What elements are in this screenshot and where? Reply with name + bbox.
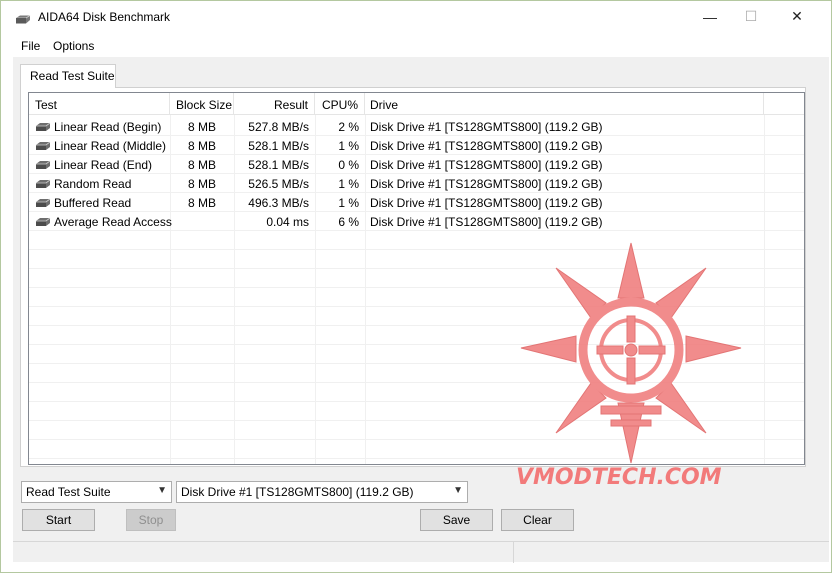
drive-select-value: Disk Drive #1 [TS128GMTS800] (119.2 GB) xyxy=(181,485,414,499)
tab-read-test-suite[interactable]: Read Test Suite xyxy=(20,64,116,88)
cell-cpu: 1 % xyxy=(338,139,359,153)
cell-drive: Disk Drive #1 [TS128GMTS800] (119.2 GB) xyxy=(370,215,603,229)
test-name: Linear Read (End) xyxy=(54,158,153,172)
cell-result: 0.04 ms xyxy=(266,215,309,229)
cell-test: Linear Read (End) xyxy=(35,155,170,174)
cell-drive: Disk Drive #1 [TS128GMTS800] (119.2 GB) xyxy=(370,139,603,153)
cell-test: Average Read Access xyxy=(35,212,172,231)
results-list[interactable]: Test Block Size Result CPU% Drive Linear… xyxy=(28,92,805,465)
test-name: Linear Read (Middle) xyxy=(54,139,167,153)
disk-benchmark-icon xyxy=(16,15,31,24)
column-header-drive[interactable]: Drive xyxy=(365,93,764,115)
table-row[interactable]: Random Read 8 MB 526.5 MB/s 1 % Disk Dri… xyxy=(29,174,804,193)
cell-test: Random Read xyxy=(35,174,170,193)
column-header-empty xyxy=(764,93,804,115)
cell-cpu: 1 % xyxy=(338,177,359,191)
grid-row-line xyxy=(29,268,804,269)
title-bar[interactable]: AIDA64 Disk Benchmark — ☐ ✕ xyxy=(1,1,831,33)
cell-result: 528.1 MB/s xyxy=(248,158,309,172)
grid-row-line xyxy=(29,287,804,288)
table-row[interactable]: Linear Read (Middle) 8 MB 528.1 MB/s 1 %… xyxy=(29,136,804,155)
chevron-down-icon: ▼ xyxy=(453,485,463,496)
cell-block-size: 8 MB xyxy=(187,139,216,153)
grid-row-line xyxy=(29,306,804,307)
table-row[interactable]: Linear Read (Begin) 8 MB 527.8 MB/s 2 % … xyxy=(29,117,804,136)
cell-result: 496.3 MB/s xyxy=(248,196,309,210)
disk-icon xyxy=(36,198,51,207)
disk-icon xyxy=(36,160,51,169)
maximize-button[interactable]: ☐ xyxy=(728,1,774,32)
cell-drive: Disk Drive #1 [TS128GMTS800] (119.2 GB) xyxy=(370,196,603,210)
grid-row-line xyxy=(29,344,804,345)
grid-row-line xyxy=(29,325,804,326)
column-header-result[interactable]: Result xyxy=(234,93,315,115)
grid-row-line xyxy=(29,363,804,364)
table-row[interactable]: Average Read Access 0.04 ms 6 % Disk Dri… xyxy=(29,212,804,231)
close-button[interactable]: ✕ xyxy=(774,1,820,32)
test-suite-select[interactable]: Read Test Suite ▼ xyxy=(21,481,172,503)
column-header-block-size[interactable]: Block Size xyxy=(170,93,234,115)
test-name: Buffered Read xyxy=(54,196,132,210)
table-row[interactable]: Buffered Read 8 MB 496.3 MB/s 1 % Disk D… xyxy=(29,193,804,212)
cell-cpu: 6 % xyxy=(338,215,359,229)
disk-icon xyxy=(36,122,51,131)
window-title: AIDA64 Disk Benchmark xyxy=(38,10,171,24)
status-divider xyxy=(513,542,514,563)
minimize-button[interactable]: — xyxy=(687,1,733,32)
cell-cpu: 0 % xyxy=(338,158,359,172)
tab-panel: Test Block Size Result CPU% Drive Linear… xyxy=(20,87,806,467)
cell-block-size: 8 MB xyxy=(187,196,216,210)
disk-icon xyxy=(36,217,51,226)
chevron-down-icon: ▼ xyxy=(157,485,167,496)
start-button[interactable]: Start xyxy=(22,509,95,531)
grid-row-line xyxy=(29,401,804,402)
cell-test: Buffered Read xyxy=(35,193,170,212)
test-suite-select-value: Read Test Suite xyxy=(26,485,111,499)
grid-row-line xyxy=(29,458,804,459)
cell-result: 527.8 MB/s xyxy=(248,120,309,134)
test-name: Linear Read (Begin) xyxy=(54,120,162,134)
column-header-test[interactable]: Test xyxy=(29,93,170,115)
app-window: AIDA64 Disk Benchmark — ☐ ✕ File Options… xyxy=(0,0,832,573)
cell-result: 528.1 MB/s xyxy=(248,139,309,153)
drive-select[interactable]: Disk Drive #1 [TS128GMTS800] (119.2 GB) … xyxy=(176,481,468,503)
clear-button[interactable]: Clear xyxy=(501,509,574,531)
grid-row-line xyxy=(29,420,804,421)
watermark-text: VMODTECH.COM xyxy=(516,465,722,490)
cell-block-size xyxy=(170,212,234,231)
menu-options[interactable]: Options xyxy=(53,39,94,53)
disk-icon xyxy=(36,141,51,150)
cell-test: Linear Read (Middle) xyxy=(35,136,170,155)
grid-row-line xyxy=(29,439,804,440)
cell-block-size: 8 MB xyxy=(187,177,216,191)
grid-row-line xyxy=(29,382,804,383)
cell-block-size: 8 MB xyxy=(187,120,216,134)
column-header-cpu[interactable]: CPU% xyxy=(315,93,365,115)
cell-drive: Disk Drive #1 [TS128GMTS800] (119.2 GB) xyxy=(370,120,603,134)
test-name: Random Read xyxy=(54,177,132,191)
cell-cpu: 2 % xyxy=(338,120,359,134)
test-name: Average Read Access xyxy=(54,215,172,229)
save-button[interactable]: Save xyxy=(420,509,493,531)
cell-drive: Disk Drive #1 [TS128GMTS800] (119.2 GB) xyxy=(370,158,603,172)
cell-test: Linear Read (Begin) xyxy=(35,117,170,136)
results-header: Test Block Size Result CPU% Drive xyxy=(29,93,804,115)
cell-drive: Disk Drive #1 [TS128GMTS800] (119.2 GB) xyxy=(370,177,603,191)
grid-row-line xyxy=(29,249,804,250)
stop-button[interactable]: Stop xyxy=(126,509,176,531)
status-bar xyxy=(13,541,829,563)
cell-result: 526.5 MB/s xyxy=(248,177,309,191)
menu-bar: File Options xyxy=(1,37,831,57)
disk-icon xyxy=(36,179,51,188)
menu-file[interactable]: File xyxy=(21,39,40,53)
cell-block-size: 8 MB xyxy=(187,158,216,172)
table-row[interactable]: Linear Read (End) 8 MB 528.1 MB/s 0 % Di… xyxy=(29,155,804,174)
cell-cpu: 1 % xyxy=(338,196,359,210)
